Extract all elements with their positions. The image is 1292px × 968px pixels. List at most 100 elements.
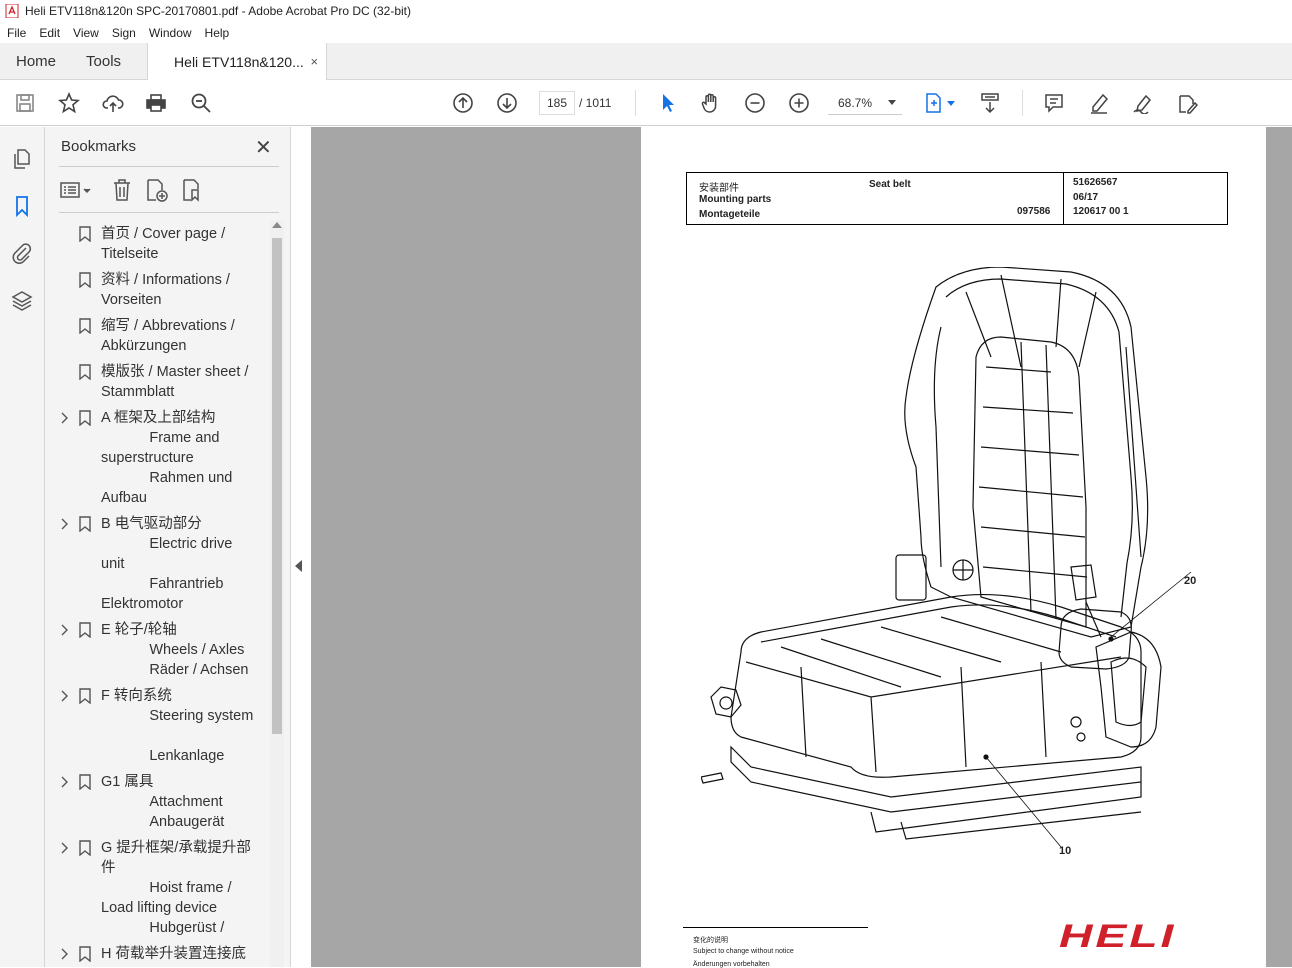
header-cn: 安装部件 xyxy=(699,183,739,194)
upload-cloud-icon[interactable] xyxy=(101,91,125,115)
highlight-pen-icon[interactable] xyxy=(1087,91,1111,115)
scrollbar-thumb[interactable] xyxy=(272,238,282,734)
footer-divider xyxy=(683,927,868,928)
tab-close-icon[interactable]: × xyxy=(310,54,318,69)
bookmark-label: B 电气驱动部分 Electric drive unit Fahrantrieb… xyxy=(101,516,233,612)
close-panel-icon[interactable]: ✕ xyxy=(255,135,272,160)
tab-home[interactable]: Home xyxy=(0,43,70,79)
document-viewer[interactable]: 安装部件 Mounting parts Montageteile Seat be… xyxy=(311,127,1292,968)
seat-drawing xyxy=(701,267,1192,847)
callout-20: 20 xyxy=(1184,575,1197,587)
menu-file[interactable]: File xyxy=(0,26,32,40)
viewer-scrollbar[interactable] xyxy=(1266,127,1292,967)
tab-document-label: Heli ETV118n&120... xyxy=(174,53,304,70)
chevron-right-icon[interactable] xyxy=(59,842,69,854)
bookmarks-panel: Bookmarks ✕ 首页 / Cover page / Titelseite… xyxy=(45,127,291,967)
chevron-right-icon[interactable] xyxy=(59,948,69,960)
chevron-right-icon[interactable] xyxy=(59,624,69,636)
toolbar-divider-2 xyxy=(1022,90,1023,116)
layers-icon[interactable] xyxy=(10,289,34,313)
star-icon[interactable] xyxy=(57,91,81,115)
fill-sign-icon[interactable] xyxy=(1175,91,1199,115)
bookmark-icon xyxy=(79,318,91,334)
tab-tools[interactable]: Tools xyxy=(70,43,135,79)
bookmark-label: E 轮子/轮轴 Wheels / Axles Räder / Achsen xyxy=(101,622,249,678)
acrobat-icon xyxy=(5,4,19,18)
divider xyxy=(59,166,279,167)
bookmark-icon xyxy=(79,622,91,638)
options-menu-icon[interactable] xyxy=(59,177,91,203)
header-de: Montageteile xyxy=(699,209,761,220)
zoom-level-select[interactable]: 68.7% xyxy=(828,91,902,115)
new-bookmark-icon[interactable] xyxy=(143,177,169,203)
bookmark-icon xyxy=(79,272,91,288)
bookmark-icon xyxy=(79,946,91,962)
chevron-right-icon[interactable] xyxy=(59,776,69,788)
bookmark-panel-icon[interactable] xyxy=(10,194,34,218)
previous-page-icon[interactable] xyxy=(451,91,475,115)
save-icon[interactable] xyxy=(13,91,37,115)
menu-view[interactable]: View xyxy=(66,26,105,40)
bookmark-icon xyxy=(79,840,91,856)
callout-10: 10 xyxy=(1059,845,1072,857)
zoom-out-icon[interactable] xyxy=(743,91,767,115)
header-title: Seat belt xyxy=(869,179,911,190)
zoom-in-icon[interactable] xyxy=(787,91,811,115)
bookmark-icon xyxy=(79,410,91,426)
bookmark-label: H 荷载举升装置连接底 xyxy=(101,946,246,962)
toolbar-divider xyxy=(635,90,636,116)
page-total: / 1011 xyxy=(579,96,612,110)
footer-en: Subject to change without notice xyxy=(693,948,794,955)
page-display-dropdown-icon[interactable] xyxy=(947,101,955,106)
next-page-icon[interactable] xyxy=(495,91,519,115)
zoom-search-icon[interactable] xyxy=(189,91,213,115)
bookmark-label: G1 属具 Attachment Anbaugerät xyxy=(101,774,225,830)
title-bar: Heli ETV118n&120n SPC-20170801.pdf - Ado… xyxy=(0,0,1292,22)
tab-document[interactable]: Heli ETV118n&120... × xyxy=(147,43,328,80)
print-icon[interactable] xyxy=(144,91,168,115)
delete-icon[interactable] xyxy=(109,177,135,203)
chevron-right-icon[interactable] xyxy=(59,518,69,530)
header-drawing-no: 097586 xyxy=(1017,206,1051,217)
bookmark-icon xyxy=(79,226,91,242)
attachments-icon[interactable] xyxy=(10,241,34,265)
bookmark-label: 模版张 / Master sheet / Stammblatt xyxy=(101,364,249,400)
menu-help[interactable]: Help xyxy=(198,26,236,40)
left-navigation-rail xyxy=(0,127,45,967)
page-number-input[interactable]: 185 xyxy=(539,91,575,115)
menu-sign[interactable]: Sign xyxy=(105,26,142,40)
bookmarks-title: Bookmarks xyxy=(61,138,137,155)
chevron-down-icon xyxy=(888,100,896,105)
bookmark-label: 资料 / Informations / Vorseiten xyxy=(101,272,230,308)
menu-bar: File Edit View Sign Window Help xyxy=(0,22,1292,43)
chevron-right-icon[interactable] xyxy=(59,690,69,702)
bookmark-label: F 转向系统 Steering system Lenkanlage xyxy=(101,688,254,764)
header-divider xyxy=(1063,173,1064,224)
bookmark-list: 首页 / Cover page / Titelseite 资料 / Inform… xyxy=(45,220,273,967)
scroll-mode-icon[interactable] xyxy=(978,91,1002,115)
bookmark-scrollbar[interactable] xyxy=(270,220,284,967)
select-cursor-icon[interactable] xyxy=(656,91,680,115)
comment-icon[interactable] xyxy=(1042,91,1066,115)
bookmark-label: 缩写 / Abbrevations / Abkürzungen xyxy=(101,318,235,354)
chevron-right-icon[interactable] xyxy=(59,412,69,424)
tab-bar: Home Tools Heli ETV118n&120... × xyxy=(0,43,1292,80)
header-date: 06/17 xyxy=(1073,192,1099,203)
sign-pen-icon[interactable] xyxy=(1131,91,1155,115)
scroll-up-icon[interactable] xyxy=(272,222,282,228)
bookmark-icon xyxy=(79,516,91,532)
page-thumbnails-icon[interactable] xyxy=(10,147,34,171)
header-en: Mounting parts xyxy=(699,194,772,205)
header-part-no: 51626567 xyxy=(1073,177,1118,188)
bookmark-icon xyxy=(79,364,91,380)
bookmark-search-icon[interactable] xyxy=(179,177,205,203)
menu-window[interactable]: Window xyxy=(142,26,198,40)
menu-edit[interactable]: Edit xyxy=(32,26,66,40)
collapse-panel-icon[interactable] xyxy=(295,560,302,572)
page-display-icon[interactable] xyxy=(922,91,946,115)
zoom-level-value: 68.7% xyxy=(838,95,873,110)
pdf-page: 安装部件 Mounting parts Montageteile Seat be… xyxy=(641,127,1266,968)
bookmark-icon xyxy=(79,688,91,704)
page-header-box: 安装部件 Mounting parts Montageteile Seat be… xyxy=(686,172,1228,225)
hand-tool-icon[interactable] xyxy=(699,91,723,115)
